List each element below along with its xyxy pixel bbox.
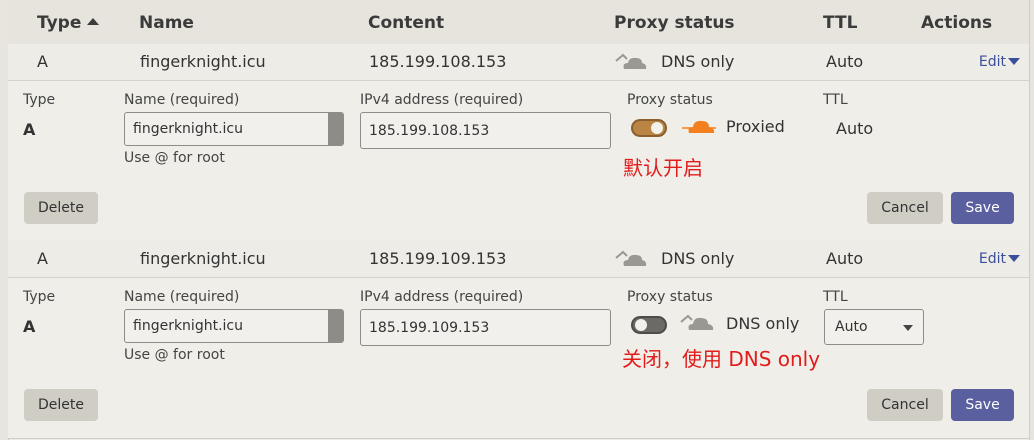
column-header-proxy-status: Proxy status [614,13,735,33]
type-label: Type [23,289,56,305]
column-header-actions: Actions [921,13,993,33]
record-ttl: Auto [826,249,864,268]
caret-down-icon [1008,255,1020,262]
edit-panel: Type A Name (required) fingerknight.icu … [8,278,1030,439]
edit-label: Edit [978,251,1006,267]
edit-label: Edit [978,54,1006,70]
record-name: fingerknight.icu [140,249,266,268]
name-input[interactable]: fingerknight.icu [124,112,344,146]
caret-up-icon [87,18,100,25]
name-input-value: fingerknight.icu [133,121,243,137]
cancel-button[interactable]: Cancel [867,192,943,224]
input-side-handle [328,310,343,342]
ipv4-input-value: 185.199.109.153 [369,320,490,336]
record-type: A [37,249,48,268]
record-proxy-status: DNS only [661,249,735,268]
cancel-button[interactable]: Cancel [867,389,943,421]
ipv4-label: IPv4 address (required) [360,289,524,305]
name-input-value: fingerknight.icu [133,318,243,334]
record-name: fingerknight.icu [140,52,266,71]
ttl-value: Auto [836,119,874,138]
save-button[interactable]: Save [951,192,1014,224]
grey-cloud-icon [615,53,647,69]
dns-records-table: Type Name Content Proxy status TTL Actio… [8,0,1030,440]
record-content: 185.199.108.153 [369,52,507,71]
proxy-toggle[interactable] [631,316,667,334]
chevron-down-icon [903,325,913,331]
name-hint: Use @ for root [124,347,225,363]
ttl-label: TTL [823,289,848,305]
record-proxy-status: DNS only [661,52,735,71]
orange-cloud-icon [682,120,716,133]
type-value: A [23,120,36,139]
save-button[interactable]: Save [951,389,1014,421]
name-label: Name (required) [124,92,240,108]
column-header-type[interactable]: Type [37,13,100,33]
record-type: A [37,52,48,71]
column-header-type-label: Type [37,13,82,33]
proxy-toggle[interactable] [631,119,667,137]
edit-panel: Type A Name (required) fingerknight.icu … [8,81,1030,242]
ipv4-input[interactable]: 185.199.108.153 [360,112,611,149]
ttl-label: TTL [823,92,848,108]
ipv4-label: IPv4 address (required) [360,92,524,108]
column-header-content[interactable]: Content [368,13,444,33]
annotation-note: 默认开启 [623,156,703,180]
grey-cloud-icon [680,314,714,330]
ttl-select[interactable]: Auto [824,309,924,345]
name-label: Name (required) [124,289,240,305]
proxy-status-label: Proxy status [627,92,713,108]
name-hint: Use @ for root [124,150,225,166]
column-header-ttl[interactable]: TTL [823,13,857,33]
toggle-knob [651,122,663,134]
table-row: A fingerknight.icu 185.199.108.153 DNS o… [8,44,1030,81]
proxy-status-label: Proxy status [627,289,713,305]
grey-cloud-icon [615,250,647,266]
toggle-knob [635,319,647,331]
record-ttl: Auto [826,52,864,71]
type-label: Type [23,92,56,108]
column-header-name[interactable]: Name [139,13,194,33]
ipv4-input[interactable]: 185.199.109.153 [360,309,611,346]
edit-button[interactable]: Edit [979,54,1020,70]
proxy-status-value: DNS only [726,314,800,333]
type-value: A [23,317,36,336]
input-side-handle [328,113,343,145]
delete-button[interactable]: Delete [24,389,98,421]
record-content: 185.199.109.153 [369,249,507,268]
table-header: Type Name Content Proxy status TTL Actio… [8,0,1030,45]
caret-down-icon [1008,58,1020,65]
table-row: A fingerknight.icu 185.199.109.153 DNS o… [8,241,1030,278]
edit-button[interactable]: Edit [979,251,1020,267]
ipv4-input-value: 185.199.108.153 [369,123,490,139]
annotation-note: 关闭，使用 DNS only [622,347,821,371]
delete-button[interactable]: Delete [24,192,98,224]
name-input[interactable]: fingerknight.icu [124,309,344,343]
proxy-status-value: Proxied [726,117,785,136]
ttl-select-value: Auto [835,319,868,335]
